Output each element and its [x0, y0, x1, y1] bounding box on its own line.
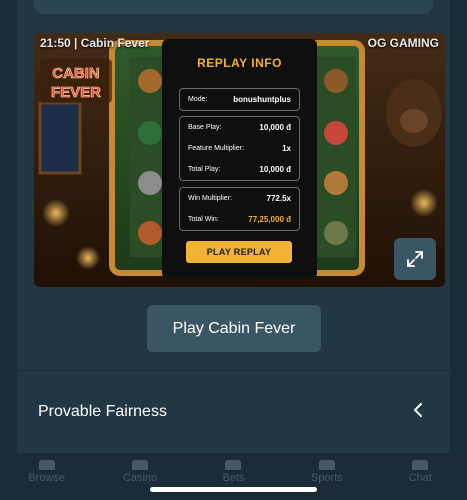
- previous-card-edge: [34, 0, 433, 14]
- nav-label: Chat: [408, 472, 432, 484]
- play-replay-button[interactable]: PLAY REPLAY: [186, 241, 292, 263]
- sports-icon: [318, 460, 335, 470]
- chat-icon: [412, 460, 429, 470]
- feature-multiplier-value: 1x: [282, 144, 291, 153]
- game-preview: CABIN FEVER 21:50 | Cabin Fever OG GAMIN…: [34, 33, 445, 287]
- base-play-row: Base Play: 10,000 đ: [180, 117, 299, 138]
- casino-icon: [132, 460, 149, 470]
- total-play-value: 10,000 đ: [259, 165, 291, 174]
- replay-info-modal: REPLAY INFO Mode: bonushuntplus Base Pla…: [162, 39, 317, 279]
- nav-casino[interactable]: Casino: [100, 460, 180, 484]
- home-indicator[interactable]: [150, 487, 317, 492]
- win-multiplier-label: Win Multiplier:: [188, 195, 232, 202]
- nav-chat[interactable]: Chat: [380, 460, 460, 484]
- provider-label: OG GAMING: [367, 36, 439, 50]
- bets-icon: [225, 460, 242, 470]
- feature-multiplier-label: Feature Multiplier:: [188, 145, 245, 152]
- svg-text:FEVER: FEVER: [51, 84, 101, 101]
- total-win-row: Total Win: 77,25,000 đ: [180, 209, 299, 230]
- feature-multiplier-row: Feature Multiplier: 1x: [180, 138, 299, 159]
- win-multiplier-value: 772.5x: [266, 194, 291, 203]
- provable-fairness-title: Provable Fairness: [38, 403, 167, 420]
- mode-row: Mode: bonushuntplus: [180, 89, 299, 110]
- provable-fairness-section[interactable]: Provable Fairness: [17, 370, 450, 453]
- browse-icon: [38, 460, 55, 470]
- modal-title: REPLAY INFO: [197, 56, 282, 70]
- total-play-row: Total Play: 10,000 đ: [180, 159, 299, 180]
- bottom-navigation: Browse Casino Bets Sports Chat: [0, 453, 467, 500]
- nav-sports[interactable]: Sports: [287, 460, 367, 484]
- base-play-label: Base Play:: [188, 124, 222, 131]
- play-box: Base Play: 10,000 đ Feature Multiplier: …: [179, 116, 300, 181]
- mode-box: Mode: bonushuntplus: [179, 88, 300, 111]
- fullscreen-button[interactable]: [394, 238, 436, 280]
- win-multiplier-row: Win Multiplier: 772.5x: [180, 188, 299, 209]
- svg-text:CABIN: CABIN: [52, 65, 100, 82]
- total-win-value: 77,25,000 đ: [248, 215, 291, 224]
- nav-label: Casino: [122, 472, 158, 484]
- mode-label: Mode:: [188, 96, 208, 103]
- total-win-label: Total Win:: [188, 216, 219, 223]
- nav-bets[interactable]: Bets: [193, 460, 273, 484]
- nav-label: Bets: [222, 472, 245, 484]
- win-box: Win Multiplier: 772.5x Total Win: 77,25,…: [179, 187, 300, 231]
- base-play-value: 10,000 đ: [259, 123, 291, 132]
- nav-label: Browse: [28, 472, 66, 484]
- nav-label: Sports: [310, 472, 343, 484]
- mode-value: bonushuntplus: [233, 95, 291, 104]
- cabin-fever-logo: CABIN FEVER: [40, 59, 112, 103]
- play-game-button[interactable]: Play Cabin Fever: [147, 305, 321, 352]
- expand-icon: [407, 251, 423, 267]
- game-timestamp-title: 21:50 | Cabin Fever: [40, 36, 150, 50]
- chevron-left-icon[interactable]: [411, 402, 427, 418]
- total-play-label: Total Play:: [188, 166, 221, 173]
- nav-browse[interactable]: Browse: [7, 460, 87, 484]
